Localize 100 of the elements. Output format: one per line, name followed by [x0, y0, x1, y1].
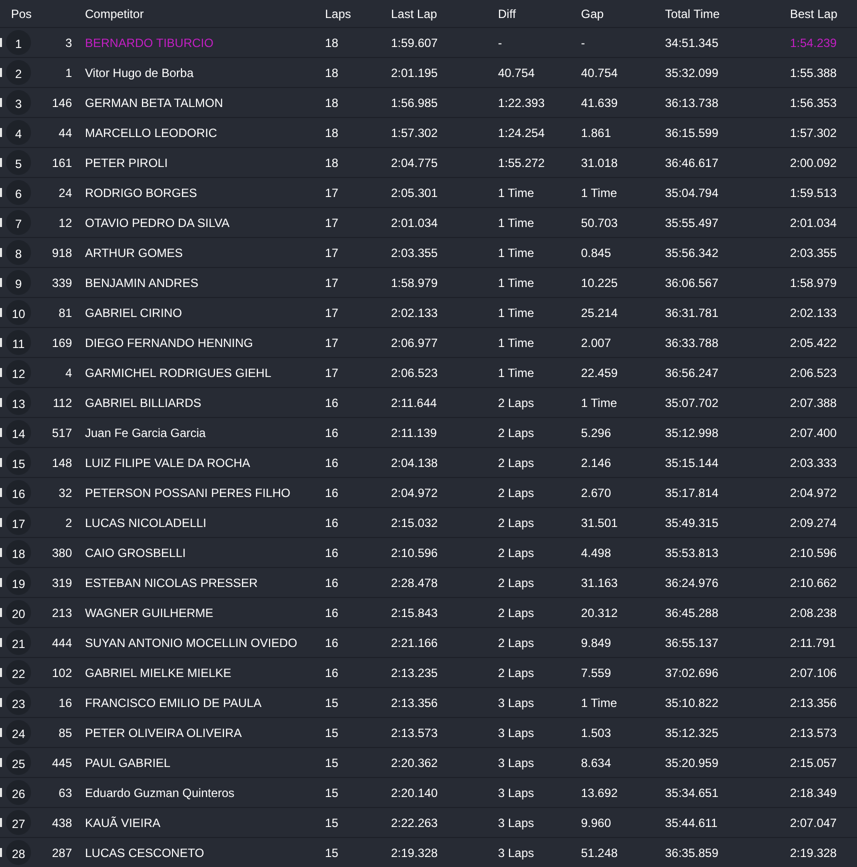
table-cell-text: 1:24.254: [498, 126, 546, 140]
car-number: 16: [58, 696, 72, 710]
competitor-name: GABRIEL BILLIARDS: [84, 396, 202, 410]
table-cell-text: 1 Time: [581, 696, 618, 710]
table-cell-text: 35:56.342: [665, 246, 720, 260]
table-cell-text: 16: [325, 486, 340, 500]
position-badge: 23: [6, 690, 31, 715]
table-cell-text: 2:15.032: [391, 516, 439, 530]
best-lap-cell-text: 1:57.302: [790, 126, 838, 140]
best-lap-cell-text: 2:10.596: [790, 546, 838, 560]
car-number: 339: [50, 276, 72, 290]
competitor-name: RODRIGO BORGES: [84, 186, 198, 200]
row-marker: [0, 788, 2, 797]
table-cell-text: 1.861: [581, 126, 612, 140]
position-badge: 4: [6, 120, 31, 145]
table-cell-text: 0.845: [581, 246, 612, 260]
best-lap-cell-text: 1:55.388: [790, 66, 838, 80]
row-marker: [0, 638, 2, 647]
car-number: 213: [50, 606, 72, 620]
row-marker: [0, 308, 2, 317]
competitor-name: Vitor Hugo de Borba: [84, 66, 195, 80]
table-cell-text: 2 Laps: [498, 486, 536, 500]
competitor-name: GABRIEL CIRINO: [84, 306, 183, 320]
position-badge: 8: [6, 240, 31, 265]
position-badge: 13: [6, 390, 31, 415]
row-marker: [0, 518, 2, 527]
table-cell-text: 2:13.356: [391, 696, 439, 710]
row-marker: [0, 818, 2, 827]
row-marker: [0, 728, 2, 737]
competitor-name: GARMICHEL RODRIGUES GIEHL: [84, 366, 272, 380]
table-cell-text: 35:53.813: [665, 546, 720, 560]
table-cell-text: 15: [325, 756, 340, 770]
position-badge: 12: [6, 360, 31, 385]
table-cell-text: 2:22.263: [391, 816, 439, 830]
row-marker: [0, 668, 2, 677]
position-badge: 26: [6, 780, 31, 805]
row-marker: [0, 548, 2, 557]
car-number: 2: [64, 516, 72, 530]
table-cell-text: 1:55.272: [498, 156, 546, 170]
best-lap-cell-text: 1:59.513: [790, 186, 838, 200]
best-lap-cell-text: 1:54.239: [790, 36, 838, 50]
competitor-name: LUCAS CESCONETO: [84, 846, 206, 860]
car-number: 44: [58, 126, 72, 140]
best-lap-cell-text: 2:07.400: [790, 426, 838, 440]
table-cell-text: 2:06.523: [391, 366, 439, 380]
row-marker: [0, 608, 2, 617]
position-badge: 14: [6, 420, 31, 445]
car-number: 438: [50, 816, 72, 830]
row-marker: [0, 188, 2, 197]
best-lap-cell-text: 2:06.523: [790, 366, 838, 380]
car-number: 85: [58, 726, 72, 740]
competitor-name: PETER PIROLI: [84, 156, 169, 170]
table-cell-text: 5.296: [581, 426, 612, 440]
table-cell-text: 9.849: [581, 636, 612, 650]
table-cell-text: 35:55.497: [665, 216, 720, 230]
table-cell-text: 1 Time: [581, 186, 618, 200]
table-cell-text: 16: [325, 636, 340, 650]
best-lap-cell-text: 2:19.328: [790, 846, 838, 860]
table-cell-text: 36:13.738: [665, 96, 720, 110]
row-marker: [0, 458, 2, 467]
table-cell-text: 35:12.998: [665, 426, 720, 440]
table-cell-text: 16: [325, 606, 340, 620]
table-cell-text: 18: [325, 66, 340, 80]
column-header: Pos: [10, 6, 33, 20]
position-badge: 19: [6, 570, 31, 595]
table-cell-text: 3 Laps: [498, 816, 536, 830]
table-cell-text: 2.146: [581, 456, 612, 470]
table-cell-text: 35:32.099: [665, 66, 720, 80]
table-cell-text: 1:57.302: [391, 126, 439, 140]
position-badge: 6: [6, 180, 31, 205]
table-cell-text: 35:07.702: [665, 396, 720, 410]
car-number: 81: [58, 306, 72, 320]
car-number: 918: [50, 246, 72, 260]
table-cell-text: 17: [325, 276, 340, 290]
table-cell-text: 35:34.651: [665, 786, 720, 800]
row-marker: [0, 98, 2, 107]
competitor-name: BENJAMIN ANDRES: [84, 276, 200, 290]
position-badge: 11: [6, 330, 31, 355]
best-lap-cell-text: 2:15.057: [790, 756, 838, 770]
column-header: Diff: [498, 6, 517, 20]
table-cell-text: 16: [325, 546, 340, 560]
table-cell-text: 36:35.859: [665, 846, 720, 860]
table-cell-text: 18: [325, 156, 340, 170]
table-cell-text: 2:13.573: [391, 726, 439, 740]
row-marker: [0, 578, 2, 587]
table-cell-text: 8.634: [581, 756, 612, 770]
table-cell-text: 2:04.972: [391, 486, 439, 500]
table-cell-text: 31.018: [581, 156, 619, 170]
table-cell-text: 34:51.345: [665, 36, 720, 50]
table-cell-text: 37:02.696: [665, 666, 720, 680]
competitor-name: LUIZ FILIPE VALE DA ROCHA: [84, 456, 252, 470]
table-cell-text: 2.007: [581, 336, 612, 350]
competitor-name: GERMAN BETA TALMON: [84, 96, 224, 110]
table-cell-text: 17: [325, 366, 340, 380]
row-marker: [0, 158, 2, 167]
car-number: 102: [50, 666, 72, 680]
position-badge: 10: [6, 300, 31, 325]
table-cell-text: 18: [325, 96, 340, 110]
row-marker: [0, 398, 2, 407]
table-cell-text: 2 Laps: [498, 606, 536, 620]
